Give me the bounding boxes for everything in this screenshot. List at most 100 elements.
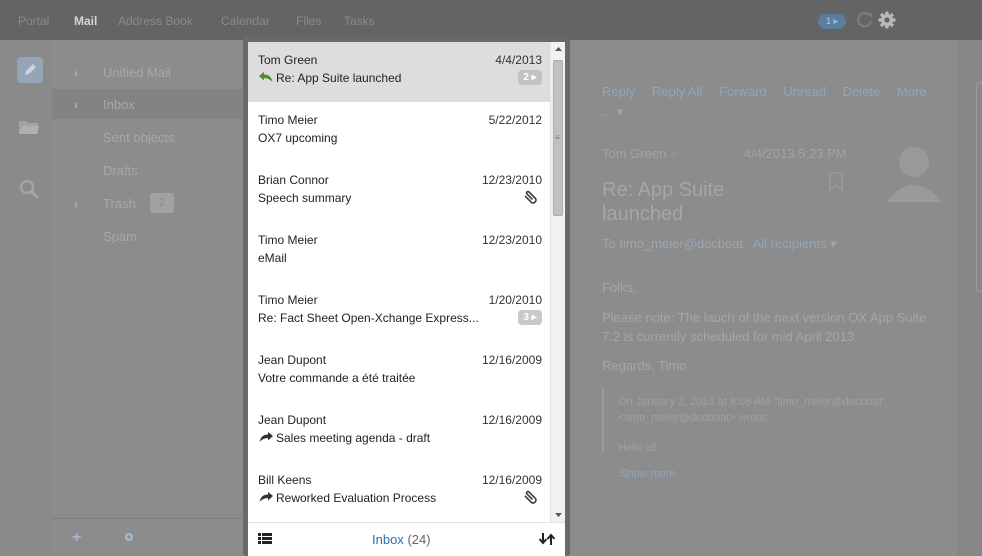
mail-date: 5/22/2012 xyxy=(488,113,542,127)
to-label: To xyxy=(602,236,616,251)
mail-list-item[interactable]: Timo Meier 5/22/2012 OX7 upcoming xyxy=(248,102,550,162)
folder-spam[interactable]: Spam xyxy=(52,221,242,251)
scroll-up-arrow-icon[interactable] xyxy=(551,42,565,56)
forward-icon xyxy=(259,492,273,502)
gear-icon[interactable] xyxy=(877,10,897,30)
sender-label: Tom Green xyxy=(602,146,667,161)
mail-list-item[interactable]: Tom Green 4/4/2013 Re: App Suite launche… xyxy=(248,42,550,102)
folder-tree: › Unified Mail › Inbox Sent objects Draf… xyxy=(52,40,242,556)
app-tab-mail[interactable]: Mail xyxy=(74,14,97,28)
quoted-text: On January 2, 2013 at 8:08 AM "timo_meie… xyxy=(602,388,932,452)
reply-icon xyxy=(259,72,273,82)
mail-subject: Reworked Evaluation Process xyxy=(258,491,436,505)
show-more-link[interactable]: Show more xyxy=(620,468,676,480)
mail-list-popup: Tom Green 4/4/2013 Re: App Suite launche… xyxy=(243,37,570,556)
mail-sender: Timo Meier xyxy=(258,293,318,307)
reply-button[interactable]: Reply xyxy=(602,84,635,99)
gear-icon[interactable] xyxy=(123,531,135,543)
mail-list-item[interactable]: Bill Keens 12/16/2009 Reworked Evaluatio… xyxy=(248,462,550,522)
mail-body: Please note: The lauch of the next versi… xyxy=(602,310,927,344)
mail-date: 12/16/2009 xyxy=(481,473,542,487)
folder-inbox[interactable]: › Inbox xyxy=(52,89,242,119)
mail-list-footer: Inbox (24) xyxy=(248,522,565,556)
refresh-icon[interactable] xyxy=(855,10,875,30)
chevron-right-icon[interactable]: › xyxy=(74,197,78,211)
bookmark-icon[interactable] xyxy=(828,172,844,192)
reply-all-button[interactable]: Reply All xyxy=(652,84,703,99)
mail-date: 12/16/2009 xyxy=(481,353,542,367)
app-tab-files[interactable]: Files xyxy=(296,14,321,28)
forward-icon xyxy=(259,432,273,442)
mail-date: 4/4/2013 xyxy=(495,53,542,67)
mail-subject: Sales meeting agenda - draft xyxy=(258,431,430,445)
folder-icon[interactable] xyxy=(18,118,40,136)
mail-sender: Timo Meier xyxy=(258,113,318,127)
mail-list-item[interactable]: Timo Meier 12/23/2010 eMail xyxy=(248,222,550,282)
mail-subject: Speech summary xyxy=(258,191,352,205)
mail-subject-text: Reworked Evaluation Process xyxy=(276,491,437,505)
recipient-address[interactable]: timo_meier@docboat xyxy=(619,236,743,251)
thread-count-badge[interactable]: 2 ▸ xyxy=(518,70,542,85)
mail-list-item[interactable]: Jean Dupont 12/16/2009 Sales meeting age… xyxy=(248,402,550,462)
compose-button[interactable] xyxy=(17,57,43,83)
side-panel-tab[interactable] xyxy=(976,82,982,292)
folder-trash[interactable]: › Trash 2 xyxy=(52,188,242,218)
chevron-right-icon[interactable]: › xyxy=(74,66,78,80)
folder-drafts[interactable]: Drafts xyxy=(52,155,242,185)
sort-icon[interactable] xyxy=(538,532,556,546)
mark-unread-button[interactable]: Unread xyxy=(783,84,826,99)
mail-date: 12/23/2010 xyxy=(481,173,542,187)
scroll-down-arrow-icon[interactable] xyxy=(551,508,565,522)
mail-sender: Timo Meier xyxy=(258,233,318,247)
search-icon[interactable] xyxy=(18,178,40,200)
mail-list[interactable]: Tom Green 4/4/2013 Re: App Suite launche… xyxy=(248,42,565,522)
top-bar: Portal Mail Address Book Calendar Files … xyxy=(0,0,982,40)
forward-button[interactable]: Forward xyxy=(719,84,767,99)
app-tab-portal[interactable]: Portal xyxy=(18,14,49,28)
folder-label: Inbox xyxy=(103,97,135,112)
mail-list-item[interactable]: Timo Meier 1/20/2010 Re: Fact Sheet Open… xyxy=(248,282,550,342)
mail-sender: Jean Dupont xyxy=(258,353,327,367)
notification-badge[interactable]: 1 ▸ xyxy=(818,14,846,29)
add-folder-button[interactable]: + xyxy=(72,529,81,547)
compose-icon xyxy=(25,64,36,75)
scrollbar-thumb[interactable]: ≡ xyxy=(553,60,563,216)
mail-subject: eMail xyxy=(258,251,287,265)
mail-date: 12/16/2009 xyxy=(481,413,542,427)
folder-unified-mail[interactable]: › Unified Mail xyxy=(52,57,242,87)
mail-subject: Re: App Suite launched xyxy=(602,179,725,225)
app-tab-address-book[interactable]: Address Book xyxy=(118,14,193,28)
grip-icon: ≡ xyxy=(555,133,560,142)
mail-actions: Reply Reply All Forward Unread Delete Mo… xyxy=(602,82,932,122)
mail-subject: Votre commande a été traitée xyxy=(258,371,416,385)
all-recipients-toggle[interactable]: All recipients ▾ xyxy=(753,236,837,251)
paperclip-icon xyxy=(524,490,537,504)
mail-list-item[interactable]: Brian Connor 12/23/2010 Speech summary xyxy=(248,162,550,222)
mail-subject: Re: Fact Sheet Open-Xchange Express... xyxy=(258,311,479,325)
sender-name[interactable]: Tom Green ⌕ xyxy=(602,146,677,162)
list-view-icon[interactable] xyxy=(258,533,272,544)
chevron-right-icon[interactable]: › xyxy=(74,98,78,112)
folder-label: Unified Mail xyxy=(103,65,171,80)
thread-count-badge[interactable]: 3 ▸ xyxy=(518,310,542,325)
app-tab-tasks[interactable]: Tasks xyxy=(344,14,375,28)
folder-sent-objects[interactable]: Sent objects xyxy=(52,122,242,152)
avatar xyxy=(886,147,942,202)
mail-sender: Bill Keens xyxy=(258,473,312,487)
folder-label: Drafts xyxy=(103,163,138,178)
mail-list-item[interactable]: Jean Dupont 12/16/2009 Votre commande a … xyxy=(248,342,550,402)
left-rail xyxy=(0,40,52,556)
mail-date: 4/4/2013 5:23 PM xyxy=(744,146,847,161)
quote-body: Hello all xyxy=(618,442,658,452)
mail-sender: Tom Green xyxy=(258,53,318,67)
mail-subject: Re: App Suite launched xyxy=(258,71,401,85)
mail-signoff: Regards, Timo xyxy=(602,358,687,373)
delete-button[interactable]: Delete xyxy=(843,84,881,99)
mail-list-scrollbar[interactable]: ≡ xyxy=(550,42,565,522)
app-tab-calendar[interactable]: Calendar xyxy=(221,14,270,28)
quote-header: On January 2, 2013 at 8:08 AM "timo_meie… xyxy=(618,396,886,424)
mail-subject: OX7 upcoming xyxy=(258,131,338,145)
search-icon[interactable]: ⌕ xyxy=(670,146,677,161)
mail-sender: Jean Dupont xyxy=(258,413,327,427)
mail-greeting: Folks, xyxy=(602,280,637,295)
